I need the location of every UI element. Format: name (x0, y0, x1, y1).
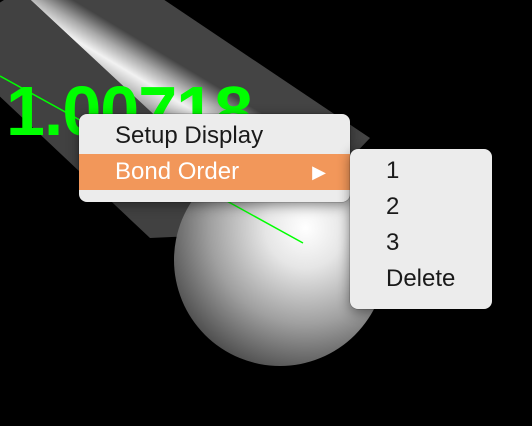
submenu-item-1[interactable]: 1 (350, 153, 492, 189)
submenu-item-label: 3 (386, 229, 400, 256)
menu-item-bond-order[interactable]: Bond Order ▶ (79, 154, 350, 190)
submenu-item-2[interactable]: 2 (350, 189, 492, 225)
menu-item-label: Setup Display (115, 122, 264, 149)
bond-order-submenu: 1 2 3 Delete (350, 149, 492, 309)
context-menu: Setup Display Bond Order ▶ (79, 114, 350, 202)
menu-item-setup-display[interactable]: Setup Display (79, 118, 350, 154)
submenu-item-label: 2 (386, 193, 400, 220)
submenu-item-3[interactable]: 3 (350, 225, 492, 261)
submenu-item-label: Delete (386, 265, 456, 292)
submenu-arrow-icon: ▶ (312, 162, 326, 182)
menu-item-label: Bond Order (115, 158, 240, 185)
submenu-item-delete[interactable]: Delete (350, 261, 492, 297)
molecule-viewport[interactable]: 1.00718 Setup Display Bond Order ▶ 1 2 3… (0, 0, 532, 426)
submenu-item-label: 1 (386, 157, 400, 184)
